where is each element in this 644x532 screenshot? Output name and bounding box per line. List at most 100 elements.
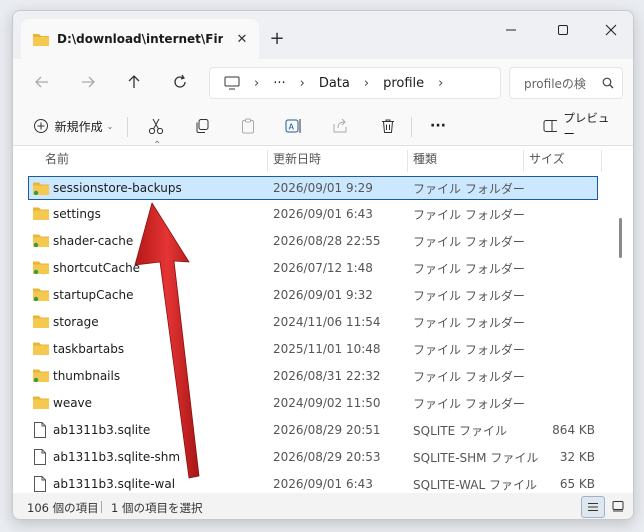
file-name: weave: [53, 396, 93, 410]
file-list: ⌃ 名前 更新日時 種類 サイズ sessionstore-backups 202…: [13, 140, 633, 493]
new-button[interactable]: 新規作成 ⌄: [29, 113, 117, 139]
status-bar: 106 個の項目 1 個の項目を選択: [13, 493, 633, 519]
preview-button[interactable]: プレビュー: [543, 111, 615, 141]
file-row[interactable]: sessionstore-backups 2026/09/01 9:29 ファイル …: [28, 176, 598, 200]
file-type: ファイル フォルダー: [413, 315, 525, 330]
new-tab-button[interactable]: +: [265, 26, 289, 50]
status-divider: [101, 501, 102, 513]
file-name: thumbnails: [53, 369, 121, 383]
up-button[interactable]: [119, 68, 149, 96]
share-icon: [333, 118, 347, 133]
details-view-button[interactable]: [581, 496, 605, 518]
folder-icon: [33, 34, 49, 46]
rename-button[interactable]: A: [283, 113, 305, 139]
column-divider[interactable]: [267, 150, 268, 172]
file-row[interactable]: storage 2024/11/06 11:54 ファイル フォルダー: [29, 310, 597, 334]
file-type: ファイル フォルダー: [413, 207, 525, 222]
maximize-icon: [558, 25, 568, 35]
file-row[interactable]: shortcutCache 2026/07/12 1:48 ファイル フォルダー: [29, 256, 597, 280]
selection-count: 1 個の項目を選択: [111, 501, 203, 515]
folder-icon: [33, 315, 49, 328]
breadcrumb-item-profile[interactable]: profile: [383, 76, 424, 91]
more-options-button[interactable]: ···: [425, 113, 451, 139]
column-divider[interactable]: [407, 150, 408, 172]
column-divider[interactable]: [601, 150, 602, 172]
search-input[interactable]: profileの検: [524, 75, 592, 92]
file-name: startupCache: [53, 288, 134, 302]
close-window-button[interactable]: [591, 17, 631, 43]
copy-icon: [196, 119, 209, 133]
refresh-button[interactable]: [165, 68, 195, 96]
file-icon: [34, 449, 46, 465]
search-box[interactable]: profileの検: [509, 67, 623, 99]
file-name: storage: [53, 315, 99, 329]
file-date: 2026/08/29 20:53: [273, 450, 381, 464]
column-header: ⌃ 名前 更新日時 種類 サイズ: [13, 140, 633, 172]
command-bar: 新規作成 ⌄ A ··· プレビュー: [13, 105, 633, 146]
file-size: 864 KB: [552, 423, 595, 437]
sort-ascending-icon: ⌃: [153, 140, 162, 151]
column-divider[interactable]: [523, 150, 524, 172]
back-button[interactable]: [27, 68, 57, 96]
cut-button[interactable]: [145, 113, 167, 139]
file-type: ファイル フォルダー: [413, 342, 525, 357]
file-date: 2026/08/29 20:51: [273, 423, 381, 437]
file-date: 2026/09/01 9:32: [273, 288, 373, 302]
breadcrumb-item-data[interactable]: Data: [319, 76, 350, 91]
column-name[interactable]: 名前: [45, 150, 69, 167]
file-name: taskbartabs: [53, 342, 125, 356]
breadcrumb[interactable]: › ··· › Data › profile ›: [209, 67, 501, 99]
breadcrumb-more[interactable]: ···: [273, 76, 285, 91]
new-button-label: 新規作成: [54, 119, 103, 134]
chevron-right-icon: ›: [299, 75, 305, 91]
file-type: ファイル フォルダー: [413, 261, 525, 276]
forward-button[interactable]: [73, 68, 103, 96]
file-date: 2026/09/01 9:29: [273, 181, 373, 195]
tab-current[interactable]: D:\download\internet\Firefox ✕: [21, 19, 259, 59]
file-row[interactable]: startupCache 2026/09/01 9:32 ファイル フォルダー: [29, 283, 597, 307]
arrow-up-icon: [128, 75, 140, 88]
chevron-right-icon: ›: [254, 75, 260, 91]
column-type[interactable]: 種類: [413, 150, 437, 167]
toolbar-divider: [127, 117, 128, 137]
minimize-button[interactable]: [491, 17, 531, 43]
plus-circle-icon: [33, 119, 48, 133]
file-row[interactable]: taskbartabs 2025/11/01 10:48 ファイル フォルダー: [29, 337, 597, 361]
delete-button[interactable]: [377, 113, 399, 139]
file-row[interactable]: thumbnails 2026/08/31 22:32 ファイル フォルダー: [29, 364, 597, 388]
file-date: 2026/08/31 22:32: [273, 369, 381, 383]
file-row[interactable]: ab1311b3.sqlite-shm 2026/08/29 20:53 SQLIT…: [29, 445, 597, 469]
column-date[interactable]: 更新日時: [273, 150, 321, 167]
copy-button[interactable]: [191, 113, 213, 139]
preview-pane-icon: [543, 120, 558, 132]
file-icon: [34, 476, 46, 492]
file-name: settings: [53, 207, 101, 221]
toolbar-divider: [411, 117, 412, 137]
file-type: ファイル フォルダー: [413, 288, 525, 303]
folder-icon: [33, 369, 49, 382]
paste-button[interactable]: [237, 113, 259, 139]
preview-label: プレビュー: [563, 111, 610, 141]
file-type: SQLITE ファイル: [413, 423, 508, 438]
maximize-button[interactable]: [543, 17, 583, 43]
share-button[interactable]: [329, 113, 351, 139]
vertical-scrollbar[interactable]: [619, 218, 622, 258]
rename-icon: A: [285, 119, 301, 133]
title-bar: D:\download\internet\Firefox ✕ +: [13, 11, 633, 59]
tab-title: D:\download\internet\Firefox: [57, 32, 223, 46]
large-icons-view-button[interactable]: [607, 496, 629, 516]
column-size[interactable]: サイズ: [529, 150, 565, 167]
svg-text:A: A: [289, 123, 295, 132]
chevron-right-icon: ›: [438, 75, 444, 91]
explorer-window: D:\download\internet\Firefox ✕ + ›: [12, 10, 634, 520]
file-date: 2024/11/06 11:54: [273, 315, 381, 329]
file-row[interactable]: shader-cache 2026/08/28 22:55 ファイル フォルダー: [29, 229, 597, 253]
file-row[interactable]: ab1311b3.sqlite 2026/08/29 20:51 SQLITE ファ…: [29, 418, 597, 442]
file-name: ab1311b3.sqlite-shm: [53, 450, 181, 464]
file-row[interactable]: weave 2024/09/02 11:50 ファイル フォルダー: [29, 391, 597, 415]
trash-icon: [382, 119, 394, 133]
file-row[interactable]: settings 2026/09/01 6:43 ファイル フォルダー: [29, 202, 597, 226]
close-tab-icon[interactable]: ✕: [233, 30, 251, 48]
file-date: 2024/09/02 11:50: [273, 396, 381, 410]
arrow-right-icon: [82, 76, 95, 88]
